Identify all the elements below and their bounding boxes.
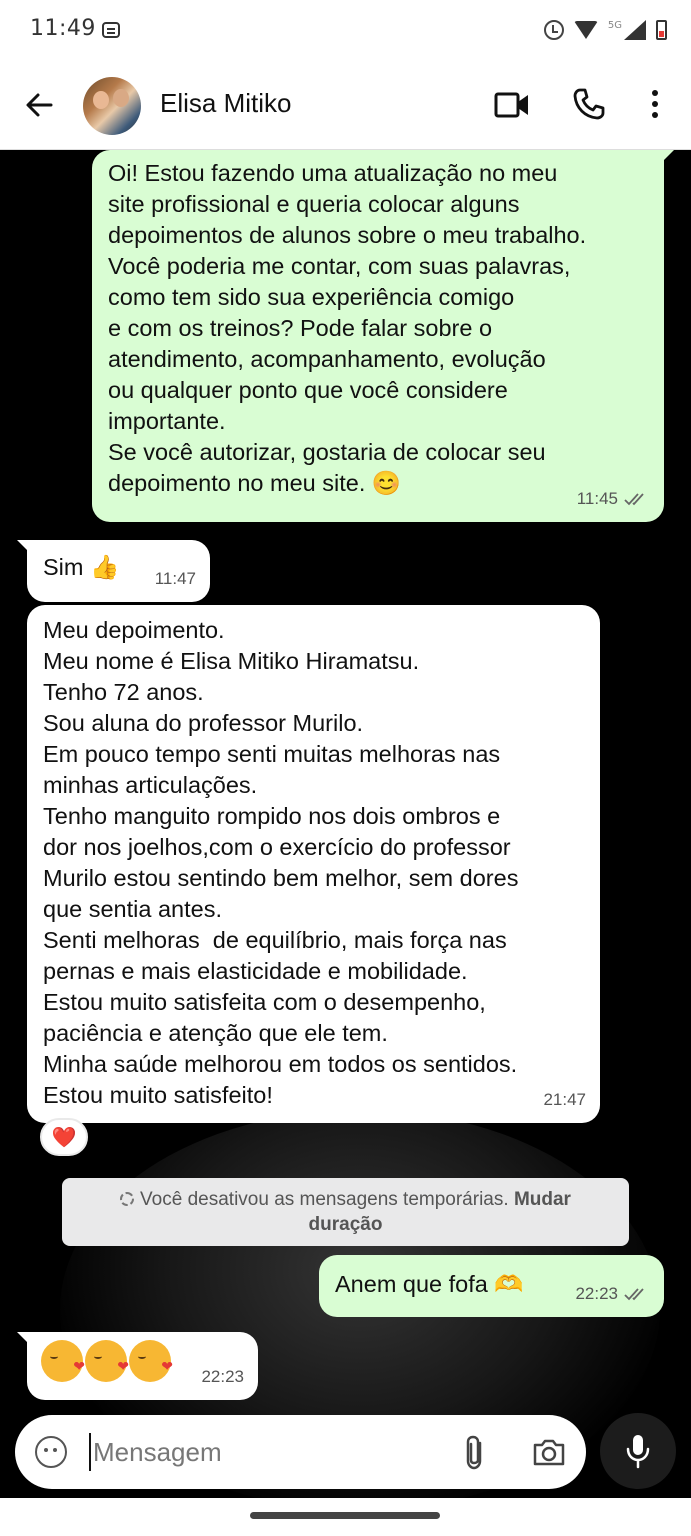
message-input[interactable]: Mensagem	[93, 1437, 222, 1468]
message-time: 21:47	[543, 1090, 586, 1109]
message-meta: 11:45	[577, 483, 650, 514]
message-composer[interactable]: Mensagem	[15, 1415, 586, 1489]
double-check-icon	[624, 1287, 644, 1300]
message-time: 22:23	[201, 1367, 244, 1386]
message-meta: 21:47	[543, 1084, 586, 1115]
back-arrow-icon[interactable]	[24, 90, 54, 120]
wifi-icon	[573, 21, 598, 39]
status-time: 11:49	[30, 16, 96, 41]
system-notice[interactable]: Você desativou as mensagens temporárias.…	[62, 1178, 629, 1246]
message-meta: 22:23	[201, 1361, 244, 1392]
message-time: 11:47	[154, 569, 196, 588]
chat-header: Elisa Mitiko	[0, 62, 691, 150]
attach-icon[interactable]	[463, 1435, 487, 1471]
signal-icon	[624, 20, 646, 40]
battery-icon	[656, 20, 667, 40]
heart-reaction: ❤️	[51, 1125, 77, 1149]
system-notice-text: Você desativou as mensagens temporárias.	[140, 1189, 509, 1210]
kissing-face-emoji-icon	[41, 1340, 85, 1382]
camera-icon[interactable]	[532, 1437, 566, 1467]
message-meta: 11:47	[155, 563, 196, 594]
reaction-badge[interactable]: ❤️	[40, 1118, 88, 1156]
message-time: 11:45	[576, 489, 618, 508]
video-call-icon[interactable]	[494, 90, 530, 120]
message-notification-icon	[102, 22, 120, 38]
message-bubble-outgoing[interactable]: Anem que fofa 🫶 22:23	[319, 1255, 664, 1317]
network-type-label: 5G	[607, 19, 622, 31]
text-cursor	[89, 1433, 91, 1471]
message-bubble-incoming[interactable]: Meu depoimento. Meu nome é Elisa Mitiko …	[27, 605, 600, 1123]
contact-avatar[interactable]	[83, 77, 141, 135]
status-bar: 11:49 5G	[0, 0, 691, 62]
microphone-icon	[626, 1435, 650, 1469]
contact-name[interactable]: Elisa Mitiko	[160, 88, 291, 119]
mic-button[interactable]	[600, 1413, 676, 1489]
navigation-bar	[0, 1498, 691, 1536]
phone-call-icon[interactable]	[572, 87, 606, 121]
message-time: 22:23	[575, 1284, 618, 1303]
message-bubble-outgoing[interactable]: Oi! Estou fazendo uma atualização no meu…	[92, 150, 674, 522]
message-text: Meu depoimento. Meu nome é Elisa Mitiko …	[43, 617, 519, 1108]
status-icons: 5G	[543, 16, 667, 44]
kissing-face-emoji-icon	[85, 1340, 129, 1382]
sticker-icon[interactable]	[35, 1436, 67, 1468]
double-check-icon	[624, 492, 644, 505]
alarm-icon	[543, 20, 564, 40]
chat-area[interactable]: Oi! Estou fazendo uma atualização no meu…	[0, 150, 691, 1498]
message-bubble-incoming[interactable]: Sim 👍 11:47	[17, 540, 210, 602]
more-options-icon[interactable]	[650, 90, 660, 122]
kissing-face-emoji-icon	[129, 1340, 173, 1382]
home-gesture-bar[interactable]	[250, 1512, 440, 1519]
message-meta: 22:23	[575, 1278, 650, 1309]
message-bubble-incoming[interactable]: 22:23	[17, 1332, 258, 1400]
timer-icon	[120, 1192, 135, 1206]
message-text: Oi! Estou fazendo uma atualização no meu…	[108, 160, 587, 496]
